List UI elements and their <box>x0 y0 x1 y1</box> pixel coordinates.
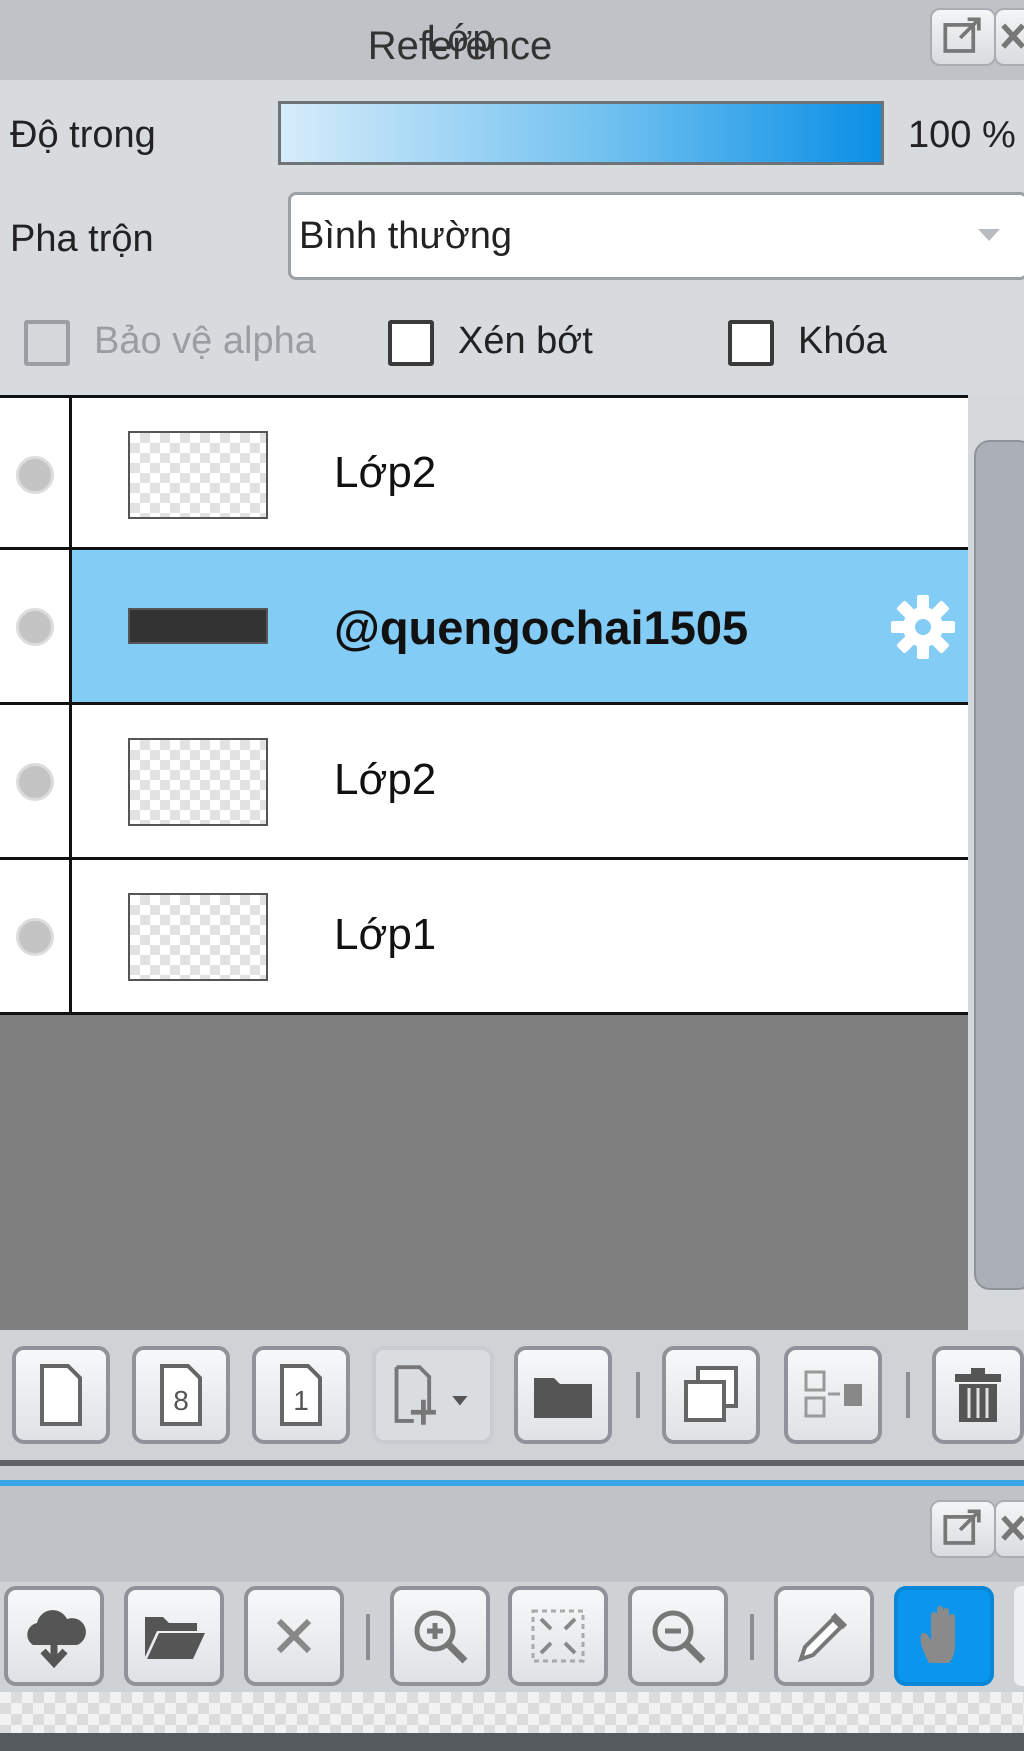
zoom-in-icon <box>414 1610 468 1664</box>
layer-name: Lớp2 <box>334 755 437 804</box>
svg-text:1: 1 <box>293 1385 309 1416</box>
close-icon <box>1001 23 1024 49</box>
chevron-down-icon <box>978 229 1000 241</box>
opacity-value: 100 % <box>908 114 1016 156</box>
blend-mode-value: Bình thường <box>299 215 513 257</box>
zoom-in-button[interactable] <box>390 1586 490 1686</box>
visibility-cell[interactable] <box>0 550 72 702</box>
layer-thumbnail <box>128 738 268 826</box>
overflow-button-edge[interactable] <box>1014 1586 1024 1686</box>
visibility-toggle-icon[interactable] <box>16 456 54 494</box>
eyedropper-button[interactable] <box>774 1586 874 1686</box>
lock-checkbox[interactable] <box>728 320 774 366</box>
protect-alpha-checkbox[interactable] <box>24 320 70 366</box>
layer-row[interactable]: Lớp2 <box>0 395 968 550</box>
detach-icon <box>943 1509 981 1545</box>
visibility-toggle-icon[interactable] <box>16 918 54 956</box>
lock-label: Khóa <box>798 320 887 362</box>
duplicate-icon <box>684 1366 738 1422</box>
layer-list: Lớp2 @quengochai1505 Lớp2 Lớp1 <box>0 395 968 1330</box>
protect-alpha-label: Bảo vệ alpha <box>94 320 316 362</box>
detach-icon <box>943 17 981 53</box>
open-file-button[interactable] <box>124 1586 224 1686</box>
new-1bit-layer-button[interactable]: 1 <box>252 1346 350 1444</box>
reference-panel-title: Reference <box>367 24 553 68</box>
reference-canvas[interactable] <box>0 1692 1024 1733</box>
blend-mode-select[interactable]: Bình thường <box>288 192 1024 280</box>
layer-row[interactable]: Lớp2 <box>0 705 968 860</box>
new-layer-button[interactable] <box>12 1346 110 1444</box>
layer-thumbnail <box>128 893 268 981</box>
new-folder-button[interactable] <box>514 1346 612 1444</box>
opacity-label: Độ trong <box>10 114 156 156</box>
layer-name: @quengochai1505 <box>334 601 749 654</box>
toolbar-separator <box>366 1614 370 1660</box>
blend-mode-label: Pha trộn <box>10 218 154 260</box>
folder-icon <box>534 1378 592 1418</box>
cloud-import-button[interactable] <box>4 1586 104 1686</box>
detach-reference-button[interactable] <box>930 1500 996 1558</box>
8bit-layer-icon: 8 <box>160 1364 202 1426</box>
toolbar-separator <box>636 1372 640 1418</box>
opacity-slider[interactable] <box>278 101 884 165</box>
new-8bit-layer-button[interactable]: 8 <box>132 1346 230 1444</box>
hand-icon <box>920 1606 955 1663</box>
close-icon <box>1001 1515 1024 1541</box>
cloud-download-icon <box>27 1610 86 1669</box>
layer-name: Lớp1 <box>334 910 437 959</box>
folder-open-icon <box>145 1617 205 1659</box>
close-image-button[interactable] <box>244 1586 344 1686</box>
clip-label: Xén bớt <box>458 320 593 362</box>
layer-row-selected[interactable]: @quengochai1505 <box>0 550 968 705</box>
toolbar-separator <box>906 1372 910 1418</box>
layer-name: Lớp2 <box>334 448 437 497</box>
scrollbar-thumb[interactable] <box>974 440 1024 1290</box>
visibility-cell[interactable] <box>0 860 72 1012</box>
merge-layer-button[interactable] <box>784 1346 882 1444</box>
duplicate-layer-button[interactable] <box>662 1346 760 1444</box>
close-reference-button[interactable] <box>994 1500 1024 1558</box>
merge-down-icon <box>804 1370 862 1418</box>
svg-text:8: 8 <box>173 1385 189 1416</box>
reference-panel-header <box>0 1486 1024 1582</box>
add-layer-icon <box>394 1365 468 1425</box>
fit-view-button[interactable] <box>508 1586 608 1686</box>
layer-thumbnail <box>128 608 268 644</box>
trash-icon <box>955 1368 1001 1422</box>
visibility-cell[interactable] <box>0 398 72 547</box>
zoom-out-button[interactable] <box>628 1586 728 1686</box>
new-page-icon <box>40 1364 82 1426</box>
zoom-out-icon <box>652 1610 706 1664</box>
visibility-toggle-icon[interactable] <box>16 763 54 801</box>
bottom-bar <box>0 1733 1024 1751</box>
visibility-cell[interactable] <box>0 705 72 857</box>
toolbar-separator <box>750 1614 754 1660</box>
fit-screen-icon <box>531 1609 585 1663</box>
gear-icon[interactable] <box>886 590 960 664</box>
1bit-layer-icon: 1 <box>280 1364 322 1426</box>
close-panel-button[interactable] <box>994 8 1024 66</box>
visibility-toggle-icon[interactable] <box>16 608 54 646</box>
detach-panel-button[interactable] <box>930 8 996 66</box>
clip-checkbox[interactable] <box>388 320 434 366</box>
add-layer-dropdown-button[interactable] <box>372 1346 494 1444</box>
close-icon <box>276 1618 312 1654</box>
delete-layer-button[interactable] <box>932 1346 1024 1444</box>
layer-row[interactable]: Lớp1 <box>0 860 968 1015</box>
layer-thumbnail <box>128 431 268 519</box>
eyedropper-icon <box>797 1612 848 1663</box>
hand-tool-button[interactable] <box>894 1586 994 1686</box>
